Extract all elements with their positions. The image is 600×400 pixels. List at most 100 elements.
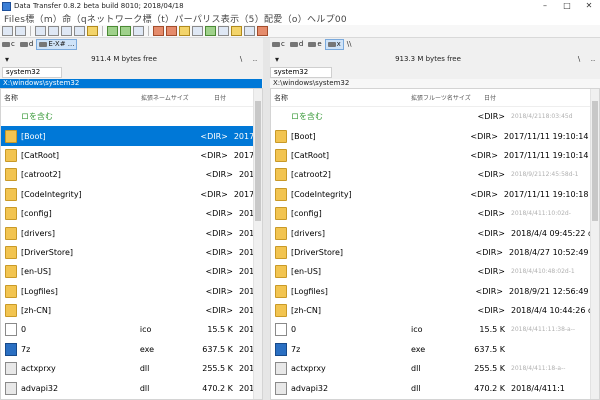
back-arrow-icon[interactable] bbox=[107, 26, 118, 36]
file-row[interactable]: advapi32 dll 470.2 K 2018/ bbox=[1, 378, 262, 397]
menu-bar[interactable]: Files標（m）命（qネットワーク標（t）パーパリス表示（5）配愛（o）ヘルプ… bbox=[0, 12, 600, 25]
file-name: [catroot2] bbox=[21, 170, 61, 180]
panel-splitter[interactable] bbox=[263, 38, 270, 400]
view-full-icon[interactable] bbox=[15, 26, 26, 36]
file-row[interactable]: [DriverStore] <DIR> 2018/ bbox=[1, 243, 262, 262]
folder-icon bbox=[5, 187, 17, 201]
file-name: [CatRoot] bbox=[21, 150, 59, 160]
file-row[interactable]: [DriverStore] <DIR> 2018/4/27 10:52:49 d- bbox=[271, 243, 599, 262]
folder-icon bbox=[275, 129, 287, 143]
right-drive-c[interactable]: c bbox=[270, 39, 287, 50]
pack-icon[interactable] bbox=[179, 26, 190, 36]
folder-icon[interactable] bbox=[87, 26, 98, 36]
left-drive-d[interactable]: d bbox=[18, 39, 35, 50]
list-icon[interactable] bbox=[48, 26, 59, 36]
right-drive-dropdown-icon[interactable]: ▾ bbox=[270, 55, 284, 64]
file-row[interactable]: 7z exe 637.5 K bbox=[271, 340, 599, 359]
thumbnails-icon[interactable] bbox=[61, 26, 72, 36]
grid-icon[interactable] bbox=[35, 26, 46, 36]
file-row[interactable]: 0 ico 15.5 K 2018/ bbox=[1, 320, 262, 339]
file-row[interactable]: [zh-CN] <DIR> 2018/ bbox=[1, 301, 262, 320]
ftp-icon[interactable] bbox=[231, 26, 242, 36]
file-row[interactable]: [CodeIntegrity] <DIR> 2017/1 bbox=[1, 185, 262, 204]
file-row[interactable]: [zh-CN] <DIR> 2018/4/4 10:44:26 d- bbox=[271, 301, 599, 320]
file-row[interactable]: [Boot] <DIR> 2017/1 bbox=[1, 126, 262, 146]
close-button[interactable]: ✕ bbox=[578, 0, 600, 12]
left-root-button[interactable]: \ bbox=[234, 55, 248, 63]
menu-bar-text[interactable]: Files標（m）命（qネットワーク標（t）パーパリス表示（5）配愛（o）ヘルプ… bbox=[4, 12, 347, 25]
file-row[interactable]: actxprxy dll 255.5 K 2018/4/411:18-a-- bbox=[271, 359, 599, 378]
file-size: 15.5 K bbox=[479, 325, 505, 335]
left-folder-tab[interactable]: system32 bbox=[2, 67, 62, 78]
column-ext-header[interactable]: 拡張ネームサイズ bbox=[141, 93, 214, 102]
compare-icon[interactable] bbox=[218, 26, 229, 36]
file-row[interactable]: ロを含む <DIR> 2018/4/2118:03:45d bbox=[271, 107, 599, 126]
right-drive-network[interactable]: \\ bbox=[345, 39, 354, 50]
right-root-button[interactable]: \ bbox=[572, 55, 586, 63]
right-scrollbar-thumb[interactable] bbox=[592, 101, 598, 221]
file-row[interactable]: actxprxy dll 255.5 K 2018/ bbox=[1, 359, 262, 378]
file-name: [CodeIntegrity] bbox=[291, 189, 352, 199]
left-drive-c[interactable]: c bbox=[0, 39, 17, 50]
left-drive-other[interactable]: E-X# ... bbox=[36, 38, 78, 50]
file-row[interactable]: [catroot2] <DIR> 2018/ bbox=[1, 165, 262, 184]
forward-arrow-icon[interactable] bbox=[120, 26, 131, 36]
right-parent-button[interactable]: .. bbox=[586, 55, 600, 63]
file-size: 470.2 K bbox=[202, 383, 233, 393]
file-row[interactable]: [drivers] <DIR> 2018/4/4 09:45:22 d- bbox=[271, 223, 599, 242]
right-current-path[interactable]: X:\windows\system32 bbox=[270, 79, 600, 88]
network-icon[interactable] bbox=[244, 26, 255, 36]
unpack-icon[interactable] bbox=[192, 26, 203, 36]
column-name-header[interactable]: 名称 bbox=[1, 93, 141, 103]
refresh-icon[interactable] bbox=[133, 26, 144, 36]
file-size: <DIR> bbox=[475, 247, 503, 257]
file-row[interactable]: [Logfiles] <DIR> 2018/9/21 12:56:49 d- bbox=[271, 282, 599, 301]
left-parent-button[interactable]: .. bbox=[248, 55, 262, 63]
right-drive-x[interactable]: x bbox=[324, 38, 344, 50]
view-brief-icon[interactable] bbox=[2, 26, 13, 36]
file-row[interactable]: [catroot2] <DIR> 2018/9/2112:45:58d-1 bbox=[271, 165, 599, 184]
file-row[interactable]: ロを含む bbox=[1, 107, 262, 126]
file-row[interactable]: [config] <DIR> 2018/ bbox=[1, 204, 262, 223]
left-file-panel[interactable]: 名称 拡張ネームサイズ 日付 ロを含む [Boot] <DIR> 2017/1 [Cat… bbox=[0, 88, 263, 400]
folder-icon bbox=[275, 187, 287, 201]
right-drive-d[interactable]: d bbox=[288, 39, 305, 50]
file-name: [en-US] bbox=[21, 267, 52, 277]
right-file-panel[interactable]: 名称 拡張フルーツ名サイズ 日付 ロを含む <DIR> 2018/4/2118:03… bbox=[270, 88, 600, 400]
column-ext-header[interactable]: 拡張フルーツ名サイズ bbox=[411, 93, 484, 102]
right-folder-tab[interactable]: system32 bbox=[270, 67, 332, 78]
toolbar-separator bbox=[30, 26, 31, 36]
right-scrollbar[interactable] bbox=[590, 89, 599, 399]
copy-icon[interactable] bbox=[153, 26, 164, 36]
file-name: [CatRoot] bbox=[291, 150, 329, 160]
left-scrollbar[interactable] bbox=[253, 89, 262, 399]
move-icon[interactable] bbox=[166, 26, 177, 36]
file-ext: exe bbox=[139, 344, 155, 354]
search-icon[interactable] bbox=[205, 26, 216, 36]
file-row[interactable]: [en-US] <DIR> 2018/ bbox=[1, 262, 262, 281]
right-drive-e[interactable]: e bbox=[306, 39, 323, 50]
notepad-icon[interactable] bbox=[257, 26, 268, 36]
file-row[interactable]: [en-US] <DIR> 2018/4/410:48:02d-1 bbox=[271, 262, 599, 281]
file-row[interactable]: 7z exe 637.5 K 2018/ bbox=[1, 340, 262, 359]
minimize-button[interactable]: – bbox=[534, 0, 556, 12]
folder-icon bbox=[275, 265, 287, 279]
file-row[interactable]: advapi32 dll 470.2 K 2018/4/411:1 bbox=[271, 378, 599, 397]
left-current-path[interactable]: X:\windows\system32 bbox=[0, 79, 262, 88]
file-row[interactable]: 0 ico 15.5 K 2018/4/411:11:38-a-- bbox=[271, 320, 599, 339]
file-row[interactable]: [Boot] <DIR> 2017/11/11 19:10:14 d- bbox=[271, 126, 599, 145]
maximize-button[interactable]: □ bbox=[556, 0, 578, 12]
left-scrollbar-thumb[interactable] bbox=[255, 101, 261, 221]
tree-icon[interactable] bbox=[74, 26, 85, 36]
left-drive-dropdown-icon[interactable]: ▾ bbox=[0, 55, 14, 64]
file-size: 637.5 K bbox=[474, 344, 505, 354]
file-row[interactable]: [Logfiles] <DIR> 2018. bbox=[1, 282, 262, 301]
column-date-header[interactable]: 日付 bbox=[484, 93, 514, 102]
file-row[interactable]: [drivers] <DIR> 2018/ bbox=[1, 223, 262, 242]
column-date-header[interactable]: 日付 bbox=[214, 93, 244, 102]
file-row[interactable]: [CodeIntegrity] <DIR> 2017/11/11 19:10:18 … bbox=[271, 185, 599, 204]
file-row[interactable]: [config] <DIR> 2018/4/411:10:02d- bbox=[271, 204, 599, 223]
column-name-header[interactable]: 名称 bbox=[271, 93, 411, 103]
file-row[interactable]: [CatRoot] <DIR> 2017/1 bbox=[1, 146, 262, 165]
file-row[interactable]: [CatRoot] <DIR> 2017/11/11 19:10:14 d- bbox=[271, 146, 599, 165]
